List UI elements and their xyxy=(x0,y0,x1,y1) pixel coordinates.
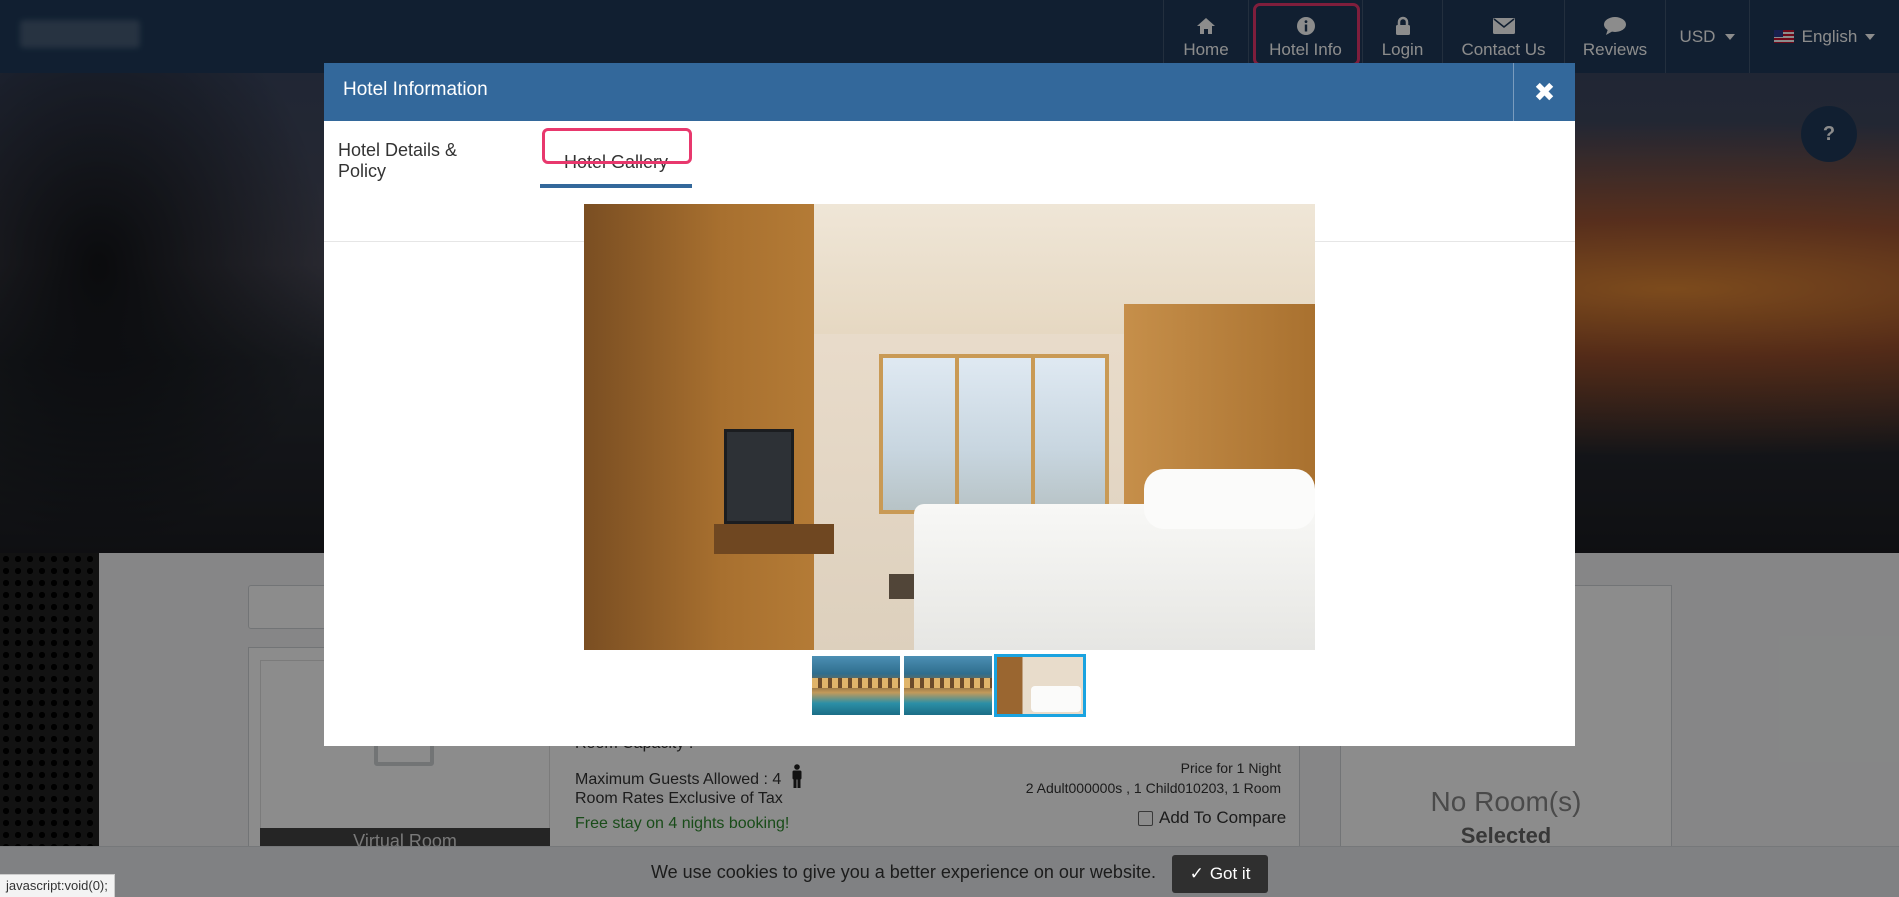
hotel-info-modal: Hotel Information ✖ Hotel Details & Poli… xyxy=(324,63,1575,746)
photo-wall xyxy=(584,204,814,650)
modal-title: Hotel Information xyxy=(343,79,488,100)
status-bar-url: javascript:void(0); xyxy=(0,874,115,897)
gallery-thumbnail[interactable] xyxy=(904,656,992,715)
photo-tv xyxy=(724,429,794,524)
tab-hotel-details[interactable]: Hotel Details & Policy xyxy=(338,140,510,181)
gallery-thumbnails xyxy=(812,654,1086,717)
got-it-button[interactable]: ✓ Got it xyxy=(1172,855,1268,893)
gallery-thumbnail[interactable] xyxy=(812,656,900,715)
got-it-label: Got it xyxy=(1209,864,1251,883)
close-icon: ✖ xyxy=(1533,76,1556,107)
gallery-tab-highlight xyxy=(542,128,692,164)
check-icon: ✓ xyxy=(1189,864,1204,883)
photo-pillows xyxy=(1144,469,1315,529)
gallery-main-image xyxy=(584,204,1315,650)
photo-window xyxy=(879,354,1109,514)
photo-desk xyxy=(714,524,834,554)
modal-header: Hotel Information ✖ xyxy=(324,63,1575,121)
gallery-thumbnail-active[interactable] xyxy=(994,654,1086,717)
close-button[interactable]: ✖ xyxy=(1513,63,1575,121)
